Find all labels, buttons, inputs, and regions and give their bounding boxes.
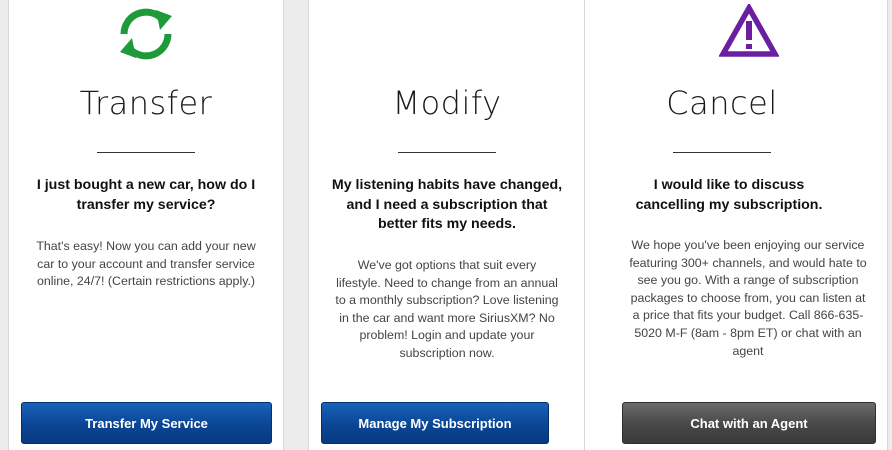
transfer-card: Transfer I just bought a new car, how do… <box>8 0 284 450</box>
cancel-card: Cancel I would like to discuss cancellin… <box>584 0 888 450</box>
transfer-my-service-button[interactable]: Transfer My Service <box>21 402 272 444</box>
card-title: Transfer <box>79 84 213 122</box>
divider <box>673 152 771 153</box>
card-question: I would like to discuss cancelling my su… <box>635 177 823 213</box>
card-question: I just bought a new car, how do I transf… <box>36 177 256 213</box>
chat-with-an-agent-button[interactable]: Chat with an Agent <box>622 402 876 444</box>
card-description: That's easy! Now you can add your new ca… <box>36 239 256 289</box>
card-description: We've got options that suit every lifest… <box>335 258 559 360</box>
refresh-arrows-icon <box>120 8 172 60</box>
divider <box>97 152 195 153</box>
divider <box>398 152 496 153</box>
card-title: Modify <box>392 84 502 122</box>
card-question: My listening habits have changed, and I … <box>331 177 563 232</box>
modify-card: Modify My listening habits have changed,… <box>308 0 586 450</box>
card-title: Cancel <box>666 84 778 122</box>
warning-triangle-icon <box>719 4 779 57</box>
manage-my-subscription-button[interactable]: Manage My Subscription <box>321 402 549 444</box>
card-description: We hope you've been enjoying our service… <box>629 238 867 358</box>
